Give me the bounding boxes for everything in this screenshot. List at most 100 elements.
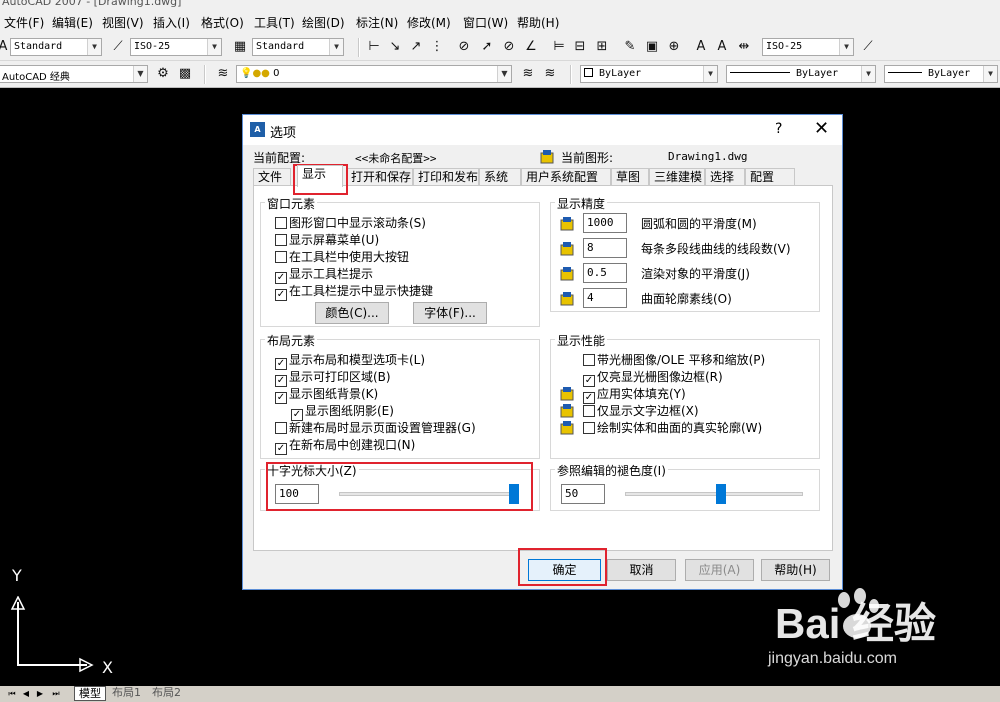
menu-insert[interactable]: 插入(I)	[153, 14, 190, 31]
printable-area-checkbox[interactable]: ✓ 显示可打印区域(B)	[275, 368, 391, 387]
xref-fade-title: 参照编辑的褪色度(I)	[555, 462, 668, 479]
screen-menu-checkbox[interactable]: 显示屏幕菜单(U)	[275, 231, 379, 247]
layer-select[interactable]: 💡●● 0 ▼	[236, 65, 512, 83]
shortcut-keys-checkbox[interactable]: ✓ 在工具栏提示中显示快捷键	[275, 282, 433, 301]
jogged-dim-icon[interactable]: ➚	[479, 39, 495, 55]
menu-help[interactable]: 帮助(H)	[517, 14, 559, 31]
tooltips-checkbox[interactable]: ✓ 显示工具栏提示	[275, 265, 373, 284]
layout-elements-group: 布局元素 ✓ 显示布局和模型选项卡(L) ✓ 显示可打印区域(B) ✓ 显示图纸背景(…	[260, 332, 540, 459]
tab-model[interactable]: 模型	[74, 686, 106, 701]
create-viewport-checkbox[interactable]: ✓ 在新布局中创建视口(N)	[275, 436, 415, 455]
layer-previous-icon[interactable]: ≋	[542, 66, 558, 82]
render-smoothness-input[interactable]: 0.5	[583, 263, 627, 283]
xref-fade-input[interactable]: 50	[561, 484, 605, 504]
arc-length-icon[interactable]: ↗	[408, 39, 424, 55]
tab-display[interactable]: 显示	[297, 165, 343, 187]
table-style-select[interactable]: Standard ▼	[252, 38, 344, 56]
prev-tab-icon[interactable]: ◀	[20, 687, 32, 700]
lineweight-select[interactable]: ByLayer ▼	[884, 65, 998, 83]
dim-edit-icon[interactable]: A	[693, 39, 709, 55]
tab-user-preferences[interactable]: 用户系统配置	[521, 168, 611, 186]
table-style-icon[interactable]: ▦	[232, 39, 248, 55]
true-silhouettes-checkbox[interactable]: 绘制实体和曲面的真实轮廓(W)	[583, 419, 762, 435]
leader-icon[interactable]: ✎	[622, 39, 638, 55]
contour-lines-input[interactable]: 4	[583, 288, 627, 308]
display-resolution-title: 显示精度	[555, 195, 608, 212]
paper-background-checkbox[interactable]: ✓ 显示图纸背景(K)	[275, 385, 378, 404]
dim-style-icon[interactable]: ⟋	[110, 39, 126, 55]
menu-tools[interactable]: 工具(T)	[254, 14, 295, 31]
linear-dim-icon[interactable]: ⊢	[366, 39, 382, 55]
menu-dimension[interactable]: 标注(N)	[356, 14, 398, 31]
solid-fill-checkbox[interactable]: ✓ 应用实体填充(Y)	[583, 385, 686, 404]
tab-layout2[interactable]: 布局2	[148, 686, 185, 701]
dim-style-select[interactable]: ISO-25 ▼	[130, 38, 222, 56]
current-drawing-value: Drawing1.dwg	[668, 150, 748, 163]
next-tab-icon[interactable]: ▶	[34, 687, 46, 700]
menu-edit[interactable]: 编辑(E)	[52, 14, 93, 31]
radius-dim-icon[interactable]: ⊘	[456, 39, 472, 55]
layer-manager-icon[interactable]: ≋	[215, 66, 231, 82]
page-setup-manager-checkbox[interactable]: 新建布局时显示页面设置管理器(G)	[275, 419, 476, 435]
xref-slider-thumb[interactable]	[715, 484, 726, 504]
display-performance-title: 显示性能	[555, 332, 608, 349]
large-buttons-checkbox[interactable]: 在工具栏中使用大按钮	[275, 248, 409, 264]
raster-frame-checkbox[interactable]: ✓ 仅亮显光栅图像边框(R)	[583, 368, 723, 387]
apply-button[interactable]: 应用(A)	[685, 559, 754, 581]
workspace-select[interactable]: AutoCAD 经典 ▼	[0, 65, 148, 83]
menu-file[interactable]: 文件(F)	[4, 14, 44, 31]
tab-drafting[interactable]: 草图	[611, 168, 649, 186]
continue-dim-icon[interactable]: ⊞	[594, 39, 610, 55]
dim-style-icon-2[interactable]: ⟋	[860, 39, 876, 55]
colors-button[interactable]: 颜色(C)...	[315, 302, 389, 324]
color-select[interactable]: ByLayer ▼	[580, 65, 718, 83]
tab-plot-publish[interactable]: 打印和发布	[413, 168, 479, 186]
tab-selection[interactable]: 选择	[705, 168, 745, 186]
ordinate-dim-icon[interactable]: ⋮	[429, 39, 445, 55]
dim-text-edit-icon[interactable]: A	[714, 39, 730, 55]
make-current-layer-icon[interactable]: ≋	[520, 66, 536, 82]
cancel-button[interactable]: 取消	[607, 559, 676, 581]
xref-fade-slider[interactable]	[625, 492, 803, 496]
workspace-settings-icon[interactable]: ⚙	[155, 66, 171, 82]
paper-shadow-checkbox[interactable]: ✓ 显示图纸阴影(E)	[291, 402, 394, 421]
raster-pan-zoom-checkbox[interactable]: 带光栅图像/OLE 平移和缩放(P)	[583, 351, 765, 367]
angular-dim-icon[interactable]: ∠	[523, 39, 539, 55]
help-icon[interactable]: ?	[775, 121, 782, 137]
first-tab-icon[interactable]: ⏮	[6, 687, 18, 700]
last-tab-icon[interactable]: ⏭	[50, 687, 62, 700]
aligned-dim-icon[interactable]: ↘	[387, 39, 403, 55]
help-button[interactable]: 帮助(H)	[761, 559, 830, 581]
menu-format[interactable]: 格式(O)	[201, 14, 244, 31]
center-mark-icon[interactable]: ⊕	[666, 39, 682, 55]
baseline-dim-icon[interactable]: ⊟	[572, 39, 588, 55]
text-style-select[interactable]: Standard ▼	[10, 38, 102, 56]
diameter-dim-icon[interactable]: ⊘	[501, 39, 517, 55]
layout-tabs-checkbox[interactable]: ✓ 显示布局和模型选项卡(L)	[275, 351, 425, 370]
tab-3d-modeling[interactable]: 三维建模	[649, 168, 705, 186]
menu-view[interactable]: 视图(V)	[102, 14, 144, 31]
dim-style-select-2[interactable]: ISO-25 ▼	[762, 38, 854, 56]
fonts-button[interactable]: 字体(F)...	[413, 302, 487, 324]
close-icon[interactable]: ✕	[814, 118, 829, 139]
tab-files[interactable]: 文件	[253, 168, 291, 186]
workspace-icon[interactable]: ▩	[177, 66, 193, 82]
chevron-down-icon: ▼	[983, 66, 997, 82]
polyline-segments-input[interactable]: 8	[583, 238, 627, 258]
checkbox-icon	[583, 354, 595, 366]
dim-update-icon[interactable]: ⇹	[736, 39, 752, 55]
menu-modify[interactable]: 修改(M)	[407, 14, 451, 31]
arc-smoothness-input[interactable]: 1000	[583, 213, 627, 233]
tab-open-save[interactable]: 打开和保存	[346, 168, 413, 186]
scrollbars-checkbox[interactable]: 图形窗口中显示滚动条(S)	[275, 214, 426, 230]
text-frame-checkbox[interactable]: 仅显示文字边框(X)	[583, 402, 699, 418]
tab-layout1[interactable]: 布局1	[108, 686, 145, 701]
tab-profiles[interactable]: 配置	[745, 168, 795, 186]
tolerance-icon[interactable]: ▣	[644, 39, 660, 55]
tab-system[interactable]: 系统	[479, 168, 521, 186]
chevron-down-icon: ▼	[861, 66, 875, 82]
quick-dim-icon[interactable]: ⊨	[551, 39, 567, 55]
linetype-select[interactable]: ByLayer ▼	[726, 65, 876, 83]
menu-draw[interactable]: 绘图(D)	[302, 14, 345, 31]
menu-window[interactable]: 窗口(W)	[463, 14, 508, 31]
